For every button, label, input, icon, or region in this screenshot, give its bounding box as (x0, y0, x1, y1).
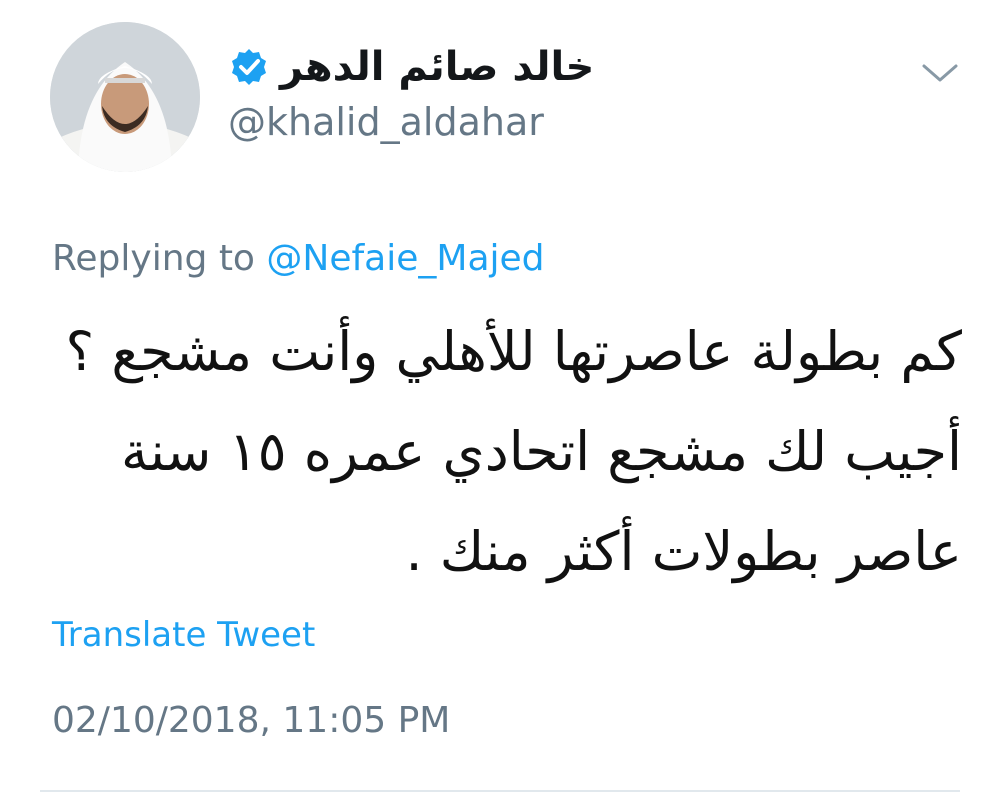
author-handle[interactable]: @khalid_aldahar (228, 100, 544, 144)
avatar-image (50, 22, 200, 172)
divider (40, 790, 960, 792)
tweet-text-line: عاصر بطولات أكثر منك . (405, 520, 962, 583)
tweet-text-line: كم بطولة عاصرتها للأهلي وأنت مشجع ؟ (65, 320, 962, 383)
tweet-text: كم بطولة عاصرتها للأهلي وأنت مشجع ؟ أجيب… (62, 302, 962, 602)
author-header: خالد صائم الدهر (230, 38, 594, 96)
tweet-text-line: أجيب لك مشجع اتحادي عمره ١٥ سنة (120, 420, 962, 483)
reply-mention-link[interactable]: @Nefaie_Majed (266, 238, 544, 279)
verified-badge-icon (230, 48, 268, 86)
replying-to-label: Replying to (52, 238, 255, 279)
tweet-card: خالد صائم الدهر @khalid_aldahar Replying… (0, 0, 1000, 794)
avatar[interactable] (50, 22, 200, 172)
tweet-timestamp[interactable]: 02/10/2018, 11:05 PM (52, 700, 450, 741)
author-display-name[interactable]: خالد صائم الدهر (280, 38, 594, 96)
replying-to: Replying to @Nefaie_Majed (52, 238, 545, 279)
translate-tweet-link[interactable]: Translate Tweet (52, 615, 315, 655)
chevron-down-icon[interactable] (918, 58, 962, 88)
